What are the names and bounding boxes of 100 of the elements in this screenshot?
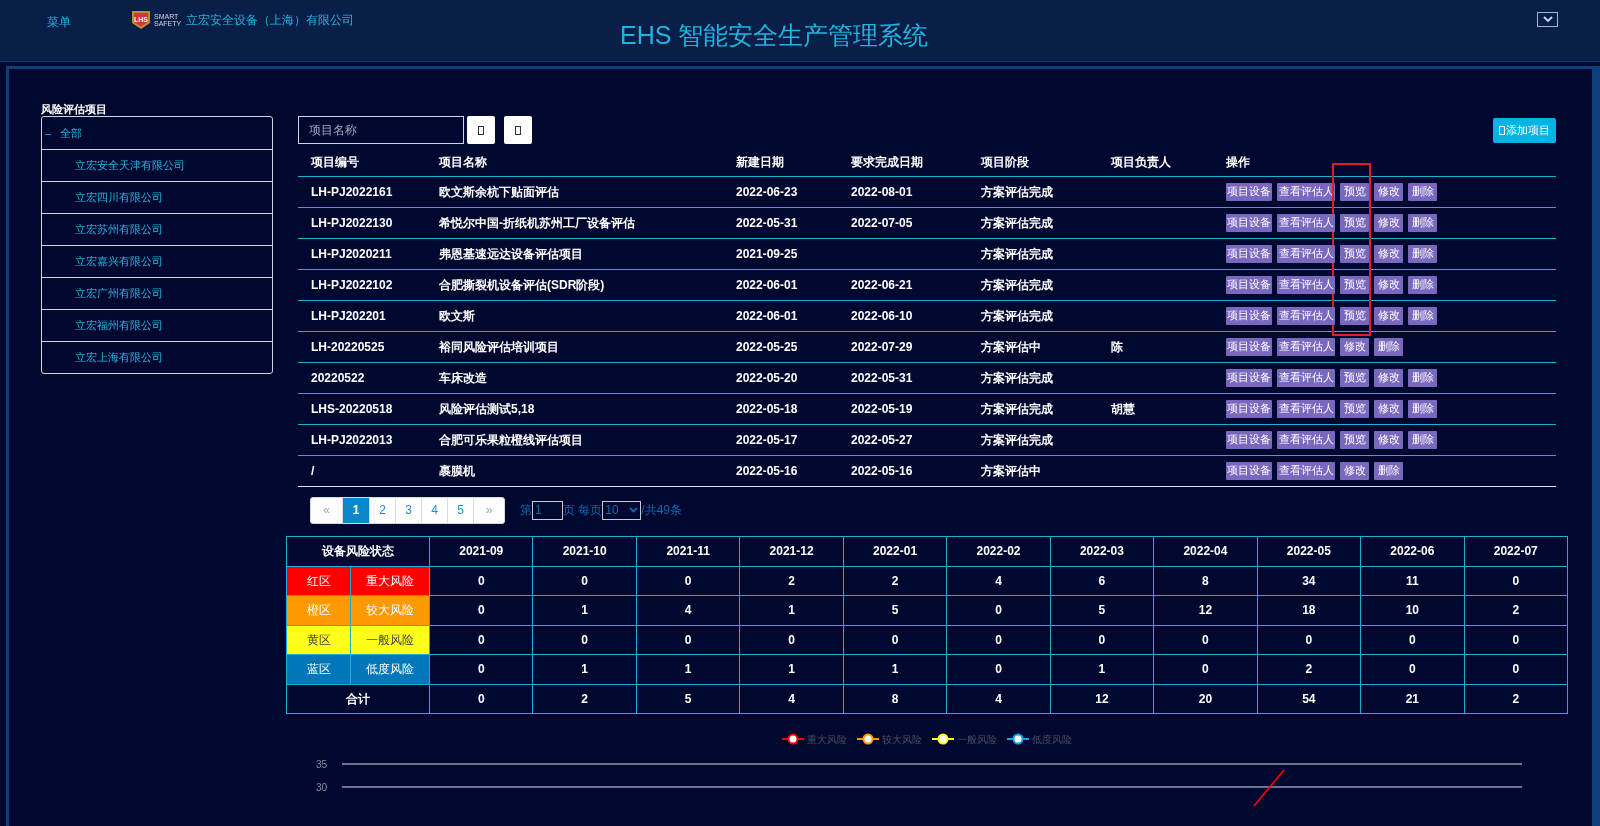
table-cell: 0 [1408,662,1416,677]
table-cell: 2 [1512,691,1520,706]
tree-item[interactable]: 立宏广州有限公司 [75,285,163,302]
table-cell: 方案评估完成 [981,308,1053,323]
risk-level-cell: 蓝区 [286,654,351,684]
action-button[interactable]: 查看评估人 [1277,368,1335,387]
action-button[interactable]: 删除 [1374,337,1403,356]
table-cell: 方案评估完成 [981,432,1053,447]
tree-item[interactable]: 立宏福州有限公司 [75,317,163,334]
action-button[interactable]: 修改 [1374,306,1403,325]
reset-button[interactable] [504,116,532,144]
table-cell: 合肥可乐果粒橙线评估项目 [439,432,583,447]
action-button[interactable]: 修改 [1374,213,1403,232]
action-button[interactable]: 查看评估人 [1277,399,1335,418]
action-button[interactable]: 删除 [1408,430,1437,449]
table-cell: 2022-07-29 [851,339,913,354]
table-cell: 0 [581,632,588,647]
action-button[interactable]: 预览 [1340,399,1369,418]
action-button[interactable]: 查看评估人 [1277,337,1335,356]
action-button[interactable]: 查看评估人 [1277,461,1335,480]
action-button[interactable]: 修改 [1340,337,1369,356]
action-button[interactable]: 项目设备 [1226,430,1272,449]
action-button[interactable]: 项目设备 [1226,399,1272,418]
action-button[interactable]: 删除 [1408,368,1437,387]
action-button[interactable]: 项目设备 [1226,244,1272,263]
legend-marker-icon[interactable] [1007,733,1029,745]
action-button[interactable]: 项目设备 [1226,213,1272,232]
action-button[interactable]: 项目设备 [1226,182,1272,201]
action-button[interactable]: 项目设备 [1226,461,1272,480]
menu-link[interactable]: 菜单 [47,13,71,31]
tree-item[interactable]: 立宏嘉兴有限公司 [75,253,163,270]
action-button[interactable]: 删除 [1408,275,1437,294]
action-button[interactable]: 修改 [1374,275,1403,294]
tree-item[interactable]: 立宏四川有限公司 [75,189,163,206]
action-button[interactable]: 预览 [1340,430,1369,449]
table-cell: 0 [684,632,692,647]
action-button[interactable]: 预览 [1340,306,1369,325]
add-project-button[interactable]: 添加项目 [1493,117,1556,143]
page-size-select[interactable]: 10 [602,500,642,520]
action-button[interactable]: 查看评估人 [1277,306,1335,325]
table-header: 2021-09 [459,544,504,558]
action-button[interactable]: 查看评估人 [1277,244,1335,263]
legend-marker-icon[interactable] [857,733,879,745]
page-button[interactable]: » [473,497,504,523]
tree-item[interactable]: 全部 [60,124,82,142]
action-button[interactable]: 删除 [1408,399,1437,418]
collapse-toggle[interactable]: – [45,124,60,142]
table-cell: 4 [995,691,1002,706]
tree-item[interactable]: 立宏上海有限公司 [75,349,163,366]
legend-label[interactable]: 低度风险 [1032,731,1072,747]
table-cell: 0 [1202,662,1209,677]
action-button[interactable]: 修改 [1374,182,1403,201]
action-button[interactable]: 查看评估人 [1277,275,1335,294]
table-cell: 0 [1512,573,1520,588]
page-button[interactable]: 1 [342,497,369,523]
action-button[interactable]: 修改 [1374,244,1403,263]
action-button[interactable]: 删除 [1408,213,1437,232]
action-button[interactable]: 预览 [1340,244,1369,263]
table-cell: 2 [581,691,588,706]
page-number-field[interactable]: 1 [532,500,563,520]
action-button[interactable]: 修改 [1374,368,1403,387]
action-button[interactable]: 删除 [1408,244,1437,263]
action-button[interactable]: 修改 [1374,430,1403,449]
table-cell: 20220522 [311,370,365,385]
table-cell: 20 [1198,691,1213,706]
table-cell: 2022-08-01 [851,184,913,199]
table-cell: 希悦尔中国-折纸机苏州工厂设备评估 [439,215,635,230]
action-button[interactable]: 修改 [1374,399,1403,418]
tree-item[interactable]: 立宏苏州有限公司 [75,221,163,238]
table-cell: 0 [891,632,899,647]
action-button[interactable]: 项目设备 [1226,337,1272,356]
action-button[interactable]: 预览 [1340,182,1369,201]
action-button[interactable]: 项目设备 [1226,368,1272,387]
action-button[interactable]: 预览 [1340,368,1369,387]
legend-marker-icon[interactable] [782,733,804,745]
action-button[interactable]: 删除 [1408,306,1437,325]
action-button[interactable]: 项目设备 [1226,306,1272,325]
table-cell: 2022-05-19 [851,401,913,416]
table-header: 2022-01 [873,544,918,558]
legend-marker-icon[interactable] [932,733,954,745]
dropdown-toggle[interactable] [1537,12,1558,27]
table-header: 2022-03 [1079,544,1124,558]
tree-item[interactable]: 立宏安全天津有限公司 [75,157,185,174]
table-cell: 胡慧 [1111,401,1135,416]
legend-label[interactable]: 较大风险 [882,731,922,747]
search-button[interactable] [467,116,495,144]
table-cell: 12 [1095,691,1109,706]
action-button[interactable]: 查看评估人 [1277,430,1335,449]
action-button[interactable]: 预览 [1340,213,1369,232]
chevron-down-icon [629,507,639,513]
action-button[interactable]: 删除 [1408,182,1437,201]
action-button[interactable]: 项目设备 [1226,275,1272,294]
table-cell: LH-20220525 [311,339,385,354]
action-button[interactable]: 预览 [1340,275,1369,294]
action-button[interactable]: 删除 [1374,461,1403,480]
search-field[interactable]: 项目名称 [298,116,464,144]
table-header: 2021-10 [562,544,607,558]
action-button[interactable]: 查看评估人 [1277,213,1335,232]
table-cell: 方案评估完成 [981,184,1053,199]
action-button[interactable]: 修改 [1340,461,1369,480]
